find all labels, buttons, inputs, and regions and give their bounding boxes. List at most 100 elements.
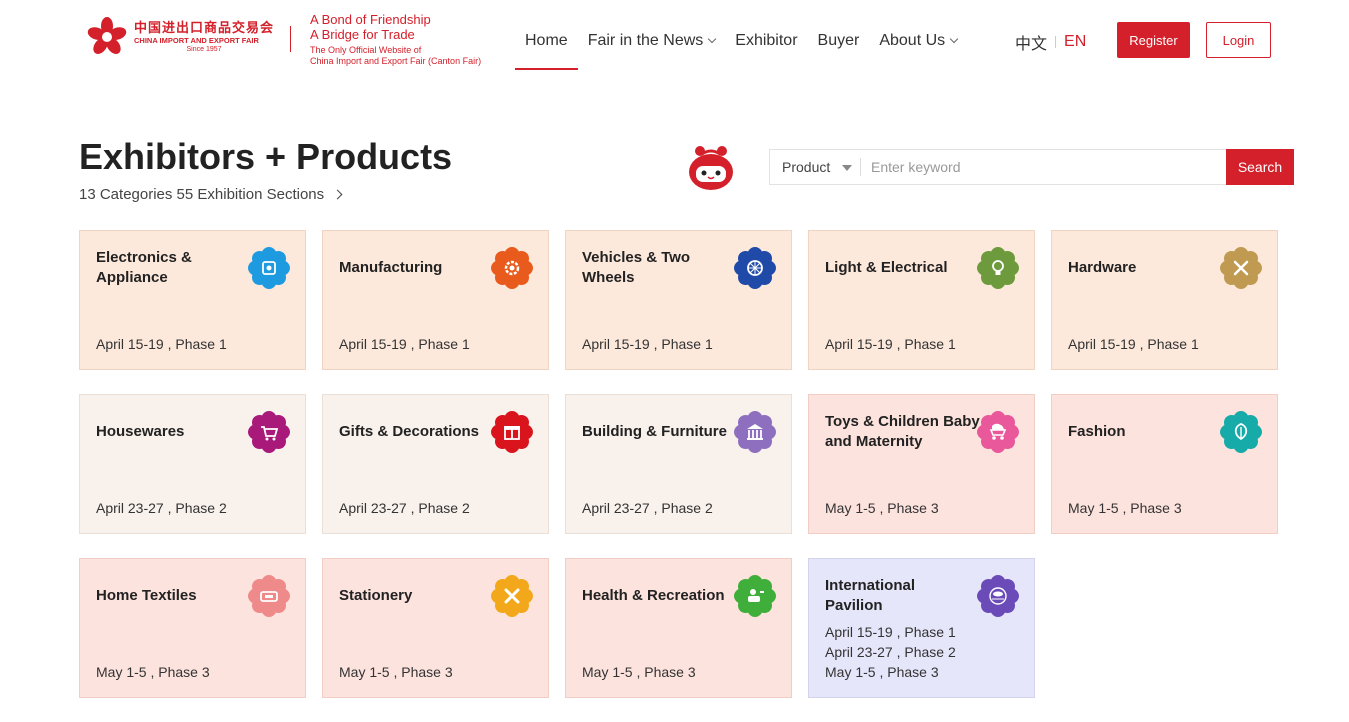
category-card[interactable]: Home Textiles May 1-5 , Phase 3	[79, 558, 306, 698]
category-name: Stationery	[339, 587, 413, 604]
category-dates: April 23-27 , Phase 2	[339, 498, 470, 518]
nav-fair-in-the-news[interactable]: Fair in the News	[578, 0, 726, 82]
register-button[interactable]: Register	[1117, 22, 1190, 58]
light-bulb-icon	[977, 247, 1019, 289]
category-date-phase: April 23-27 , Phase 2	[339, 500, 470, 516]
category-date-phase: April 23-27 , Phase 2	[825, 644, 956, 660]
circuit-chip-icon	[248, 247, 290, 289]
category-dates: April 15-19 , Phase 1	[1068, 334, 1199, 354]
category-card[interactable]: Health & Recreation May 1-5 , Phase 3	[565, 558, 792, 698]
canton-fair-logo[interactable]: 中国进出口商品交易会 CHINA IMPORT AND EXPORT FAIR …	[86, 16, 274, 58]
chevron-right-icon	[332, 189, 343, 200]
category-card[interactable]: Toys & Children Baby and Maternity May 1-…	[808, 394, 1035, 534]
leaf-icon	[1220, 411, 1262, 453]
stroller-icon	[977, 411, 1019, 453]
slogan: A Bond of Friendship A Bridge for Trade …	[310, 12, 481, 67]
category-date-phase: April 15-19 , Phase 1	[1068, 336, 1199, 352]
wheel-icon	[734, 247, 776, 289]
slogan-line-2: A Bridge for Trade	[310, 27, 415, 42]
category-dates: April 15-19 , Phase 1 April 23-27 , Phase…	[825, 622, 956, 682]
category-dates: April 23-27 , Phase 2	[96, 498, 227, 518]
caret-down-icon	[842, 165, 852, 171]
category-date-phase: April 15-19 , Phase 1	[96, 336, 227, 352]
category-name: Hardware	[1068, 259, 1137, 276]
logo-chinese-name: 中国进出口商品交易会	[134, 21, 275, 36]
category-card[interactable]: Hardware April 15-19 , Phase 1	[1051, 230, 1278, 370]
nav-exhibitor[interactable]: Exhibitor	[725, 0, 807, 82]
slogan-line-1: A Bond of Friendship	[310, 12, 431, 27]
category-card[interactable]: International Pavilion April 15-19 , Phas…	[808, 558, 1035, 698]
fitness-icon	[734, 575, 776, 617]
sewing-machine-icon	[248, 575, 290, 617]
category-name: Home Textiles	[96, 587, 197, 604]
logo-english-name: CHINA IMPORT AND EXPORT FAIR	[134, 36, 259, 45]
category-date-phase: May 1-5 , Phase 3	[825, 664, 939, 680]
page-title: Exhibitors + Products	[79, 136, 453, 177]
category-card[interactable]: Gifts & Decorations April 23-27 , Phase 2	[322, 394, 549, 534]
category-dates: April 23-27 , Phase 2	[582, 498, 713, 518]
search-type-select[interactable]: Product	[770, 150, 860, 184]
category-dates: May 1-5 , Phase 3	[339, 662, 453, 682]
building-icon	[734, 411, 776, 453]
category-card[interactable]: Electronics & Appliance April 15-19 , Pha…	[79, 230, 306, 370]
lang-chinese[interactable]: 中文	[1015, 30, 1047, 54]
globe-pavilion-icon	[977, 575, 1019, 617]
category-name: Manufacturing	[339, 259, 443, 276]
category-card[interactable]: Light & Electrical April 15-19 , Phase 1	[808, 230, 1035, 370]
gear-icon	[491, 247, 533, 289]
search-input[interactable]	[861, 150, 1226, 184]
nav-exhibitor-label: Exhibitor	[735, 32, 798, 49]
category-dates: May 1-5 , Phase 3	[582, 662, 696, 682]
nav-about-us-label: About Us	[879, 32, 946, 49]
category-dates: April 15-19 , Phase 1	[582, 334, 713, 354]
logo-since: Since 1957	[186, 46, 222, 53]
language-switcher: 中文 EN	[1015, 30, 1086, 54]
category-date-phase: April 15-19 , Phase 1	[339, 336, 470, 352]
category-date-phase: April 23-27 , Phase 2	[582, 500, 713, 516]
category-name: Housewares	[96, 423, 185, 440]
category-name: Health & Recreation	[582, 587, 725, 604]
lang-english[interactable]: EN	[1064, 33, 1086, 51]
category-card[interactable]: Fashion May 1-5 , Phase 3	[1051, 394, 1278, 534]
chevron-down-icon	[949, 34, 959, 44]
category-name: Building & Furniture	[582, 423, 727, 440]
category-card[interactable]: Stationery May 1-5 , Phase 3	[322, 558, 549, 698]
search-bar: Product Search	[769, 149, 1294, 185]
nav-buyer[interactable]: Buyer	[808, 0, 870, 82]
category-name: Vehicles & Two Wheels	[582, 249, 691, 286]
category-date-phase: May 1-5 , Phase 3	[339, 664, 453, 680]
category-date-phase: April 23-27 , Phase 2	[96, 500, 227, 516]
main-nav: Home Fair in the News Exhibitor Buyer Ab…	[515, 0, 967, 82]
category-name: Light & Electrical	[825, 259, 948, 276]
categories-link[interactable]: 13 Categories 55 Exhibition Sections	[79, 186, 343, 203]
canton-fair-flower-icon	[87, 17, 127, 54]
category-card[interactable]: Manufacturing April 15-19 , Phase 1	[322, 230, 549, 370]
category-dates: April 15-19 , Phase 1	[825, 334, 956, 354]
search-button[interactable]: Search	[1226, 149, 1294, 185]
category-card[interactable]: Housewares April 23-27 , Phase 2	[79, 394, 306, 534]
mascot-icon	[689, 146, 733, 190]
nav-about-us[interactable]: About Us	[869, 0, 967, 82]
categories-summary: 13 Categories 55 Exhibition Sections	[79, 186, 325, 203]
lang-divider	[1055, 36, 1057, 48]
logo-divider	[290, 26, 291, 52]
category-dates: April 15-19 , Phase 1	[339, 334, 470, 354]
category-card[interactable]: Building & Furniture April 23-27 , Phase …	[565, 394, 792, 534]
category-name: Toys & Children Baby and Maternity	[825, 413, 980, 450]
slogan-line-4: China Import and Export Fair (Canton Fai…	[310, 56, 482, 66]
category-date-phase: May 1-5 , Phase 3	[1068, 500, 1182, 516]
category-date-phase: April 15-19 , Phase 1	[825, 624, 956, 640]
pencil-ruler-icon	[491, 575, 533, 617]
category-name: Electronics & Appliance	[96, 249, 192, 286]
nav-home[interactable]: Home	[515, 0, 578, 82]
login-button[interactable]: Login	[1206, 22, 1271, 58]
category-card[interactable]: Vehicles & Two Wheels April 15-19 , Phase…	[565, 230, 792, 370]
category-name: Fashion	[1068, 423, 1126, 440]
category-date-phase: April 15-19 , Phase 1	[582, 336, 713, 352]
category-date-phase: April 15-19 , Phase 1	[825, 336, 956, 352]
category-date-phase: May 1-5 , Phase 3	[825, 500, 939, 516]
category-dates: May 1-5 , Phase 3	[825, 498, 939, 518]
chevron-down-icon	[708, 34, 717, 44]
nav-buyer-label: Buyer	[817, 32, 860, 49]
category-date-phase: May 1-5 , Phase 3	[96, 664, 210, 680]
